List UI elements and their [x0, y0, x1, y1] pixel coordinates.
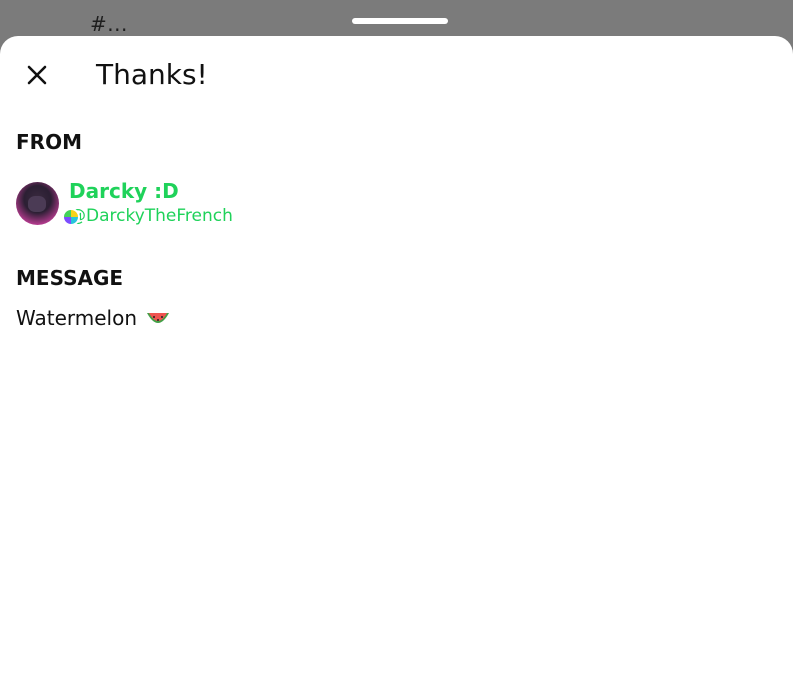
close-icon: [27, 65, 47, 85]
thanks-bottom-sheet: Thanks! FROM Darcky :D @DarckyTheFrench …: [0, 36, 793, 682]
close-button[interactable]: [22, 60, 52, 90]
background-overlay[interactable]: #... Thanks! FROM Darcky :D @DarckyTheFr…: [0, 0, 793, 682]
premium-badge-icon: [62, 208, 80, 226]
sheet-title: Thanks!: [96, 58, 208, 91]
sender-profile[interactable]: Darcky :D @DarckyTheFrench: [16, 178, 233, 228]
message-text: Watermelon: [16, 306, 138, 330]
message-body: Watermelon: [16, 306, 171, 330]
sender-handle[interactable]: @DarckyTheFrench: [69, 204, 233, 228]
watermelon-icon: [147, 313, 170, 323]
sender-display-name[interactable]: Darcky :D: [69, 178, 233, 204]
from-label: FROM: [16, 130, 82, 154]
message-label: MESSAGE: [16, 266, 124, 290]
drag-handle[interactable]: [352, 18, 448, 24]
avatar-face: [28, 195, 46, 212]
avatar[interactable]: [16, 181, 59, 225]
background-post-text: #...: [90, 12, 128, 36]
